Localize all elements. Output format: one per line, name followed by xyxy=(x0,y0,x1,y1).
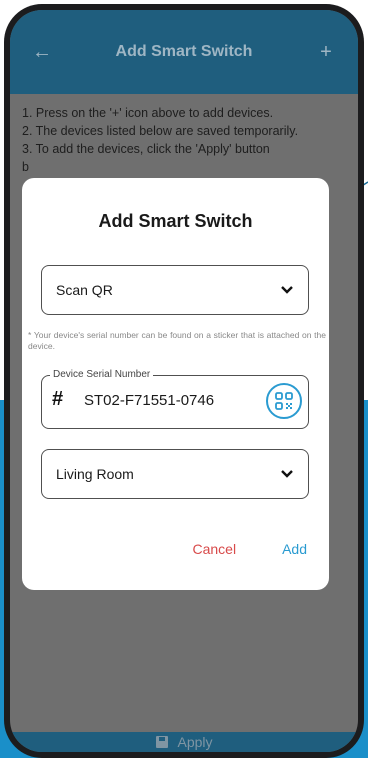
instruction-line: 3. To add the devices, click the 'Apply'… xyxy=(22,142,270,156)
plus-icon[interactable]: + xyxy=(314,41,338,64)
serial-hint: * Your device's serial number can be fou… xyxy=(28,330,326,351)
qr-code-icon xyxy=(275,392,293,410)
instructions: 1. Press on the '+' icon above to add de… xyxy=(10,94,358,186)
dialog-actions: Cancel Add xyxy=(192,541,307,557)
apply-label: Apply xyxy=(177,734,213,750)
save-icon xyxy=(156,736,169,748)
chevron-down-icon xyxy=(281,286,293,294)
instruction-line: b xyxy=(22,160,29,174)
add-button[interactable]: Add xyxy=(282,541,307,557)
chevron-down-icon xyxy=(281,470,293,478)
apply-button[interactable]: Apply xyxy=(10,732,358,752)
dialog-title: Add Smart Switch xyxy=(98,211,253,231)
instruction-line: 1. Press on the '+' icon above to add de… xyxy=(22,106,274,120)
serial-number-value[interactable]: ST02-F71551-0746 xyxy=(84,392,214,409)
app-bar: ← Add Smart Switch + xyxy=(10,10,358,94)
method-select-value: Scan QR xyxy=(56,282,113,298)
arrow-left-icon[interactable]: ← xyxy=(30,41,54,64)
hash-icon: # xyxy=(52,388,64,410)
method-select[interactable]: Scan QR xyxy=(41,265,309,315)
instruction-line: 2. The devices listed below are saved te… xyxy=(22,124,299,138)
room-select-value: Living Room xyxy=(56,466,134,482)
serial-number-label: Device Serial Number xyxy=(50,369,154,380)
serial-number-field[interactable]: Device Serial Number # ST02-F71551-0746 xyxy=(41,369,309,429)
cancel-button[interactable]: Cancel xyxy=(192,541,236,557)
room-select[interactable]: Living Room xyxy=(41,449,309,499)
qr-scan-button[interactable] xyxy=(266,383,302,419)
page-title: Add Smart Switch xyxy=(115,43,253,60)
add-smart-switch-dialog: Add Smart Switch Scan QR * Your device's… xyxy=(22,178,329,590)
